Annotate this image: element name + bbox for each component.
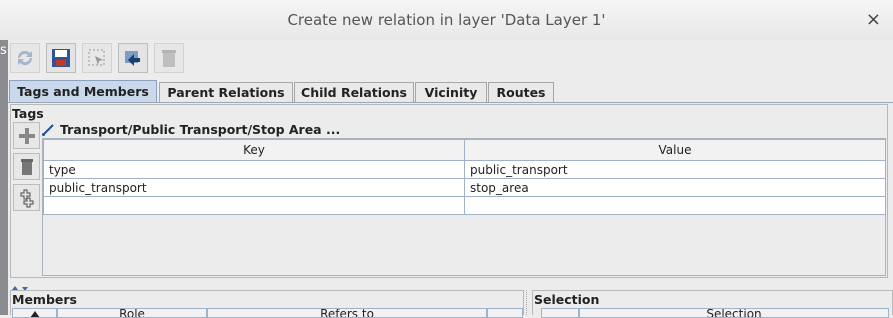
split-pane-divider[interactable] <box>10 281 888 291</box>
delete-tag-button[interactable] <box>13 153 40 180</box>
tag-key-cell[interactable]: public_transport <box>43 178 465 197</box>
delete-icon <box>162 50 176 67</box>
save-icon <box>52 49 70 67</box>
members-heading: Members <box>12 292 77 307</box>
tag-value-cell[interactable] <box>464 196 886 215</box>
tab-routes[interactable]: Routes <box>488 82 554 102</box>
selection-heading: Selection <box>534 292 600 307</box>
column-header-selection[interactable]: Selection <box>579 308 889 318</box>
refresh-button[interactable] <box>10 43 40 73</box>
column-header-role[interactable]: Role <box>57 308 207 318</box>
move-up-button[interactable] <box>12 308 57 318</box>
tag-table: Key Value type public_transport public_t… <box>43 139 886 215</box>
delete-relation-button[interactable] <box>154 43 184 73</box>
tags-panel: Tags Transport/Public Transport/Stop Are… <box>10 104 888 278</box>
table-row[interactable] <box>43 196 886 215</box>
tag-table-container: Key Value type public_transport public_t… <box>42 138 886 276</box>
download-icon <box>125 51 140 66</box>
members-panel: Members Role Refers to <box>10 290 524 318</box>
plus-icon <box>18 127 35 144</box>
close-icon[interactable]: × <box>866 9 881 30</box>
column-header-key[interactable]: Key <box>43 139 465 161</box>
strip-text: s <box>0 43 7 58</box>
trash-icon <box>20 158 33 175</box>
select-members-button[interactable] <box>82 43 112 73</box>
panel-divider[interactable] <box>526 290 530 315</box>
preset-name: Transport/Public Transport/Stop Area ... <box>60 122 341 137</box>
tab-vicinity[interactable]: Vicinity <box>415 82 487 102</box>
table-row[interactable]: public_transport stop_area <box>43 178 886 197</box>
tag-value-cell[interactable]: public_transport <box>464 160 886 179</box>
paste-tags-icon <box>19 188 34 208</box>
paste-tags-button[interactable] <box>13 184 40 211</box>
column-header-value[interactable]: Value <box>464 139 886 161</box>
preset-label[interactable]: Transport/Public Transport/Stop Area ... <box>42 122 340 137</box>
select-members-icon <box>88 49 105 66</box>
window-title: Create new relation in layer 'Data Layer… <box>287 11 606 29</box>
add-selected-button[interactable] <box>541 308 579 318</box>
column-header-refers-to[interactable]: Refers to <box>207 308 487 318</box>
tab-bar: Tags and Members Parent Relations Child … <box>8 80 893 103</box>
tag-key-cell[interactable] <box>43 196 465 215</box>
selection-panel: Selection Selection <box>532 290 893 318</box>
refresh-icon <box>17 50 33 66</box>
tab-parent-relations[interactable]: Parent Relations <box>159 82 293 102</box>
tag-value-cell[interactable]: stop_area <box>464 178 886 197</box>
table-row[interactable]: type public_transport <box>43 160 886 179</box>
tags-heading: Tags <box>12 106 44 121</box>
apply-button[interactable] <box>46 43 76 73</box>
tag-key-cell[interactable]: type <box>43 160 465 179</box>
relation-preset-icon <box>42 123 54 136</box>
tab-tags-and-members[interactable]: Tags and Members <box>9 80 157 102</box>
toolbar <box>8 40 893 78</box>
title-bar: Create new relation in layer 'Data Layer… <box>0 0 893 41</box>
add-tag-button[interactable] <box>13 122 40 149</box>
column-header-link[interactable] <box>487 308 523 318</box>
download-members-button[interactable] <box>118 43 148 73</box>
arrow-up-icon <box>30 311 39 317</box>
tab-child-relations[interactable]: Child Relations <box>294 82 414 102</box>
background-map-strip: s <box>0 40 8 315</box>
